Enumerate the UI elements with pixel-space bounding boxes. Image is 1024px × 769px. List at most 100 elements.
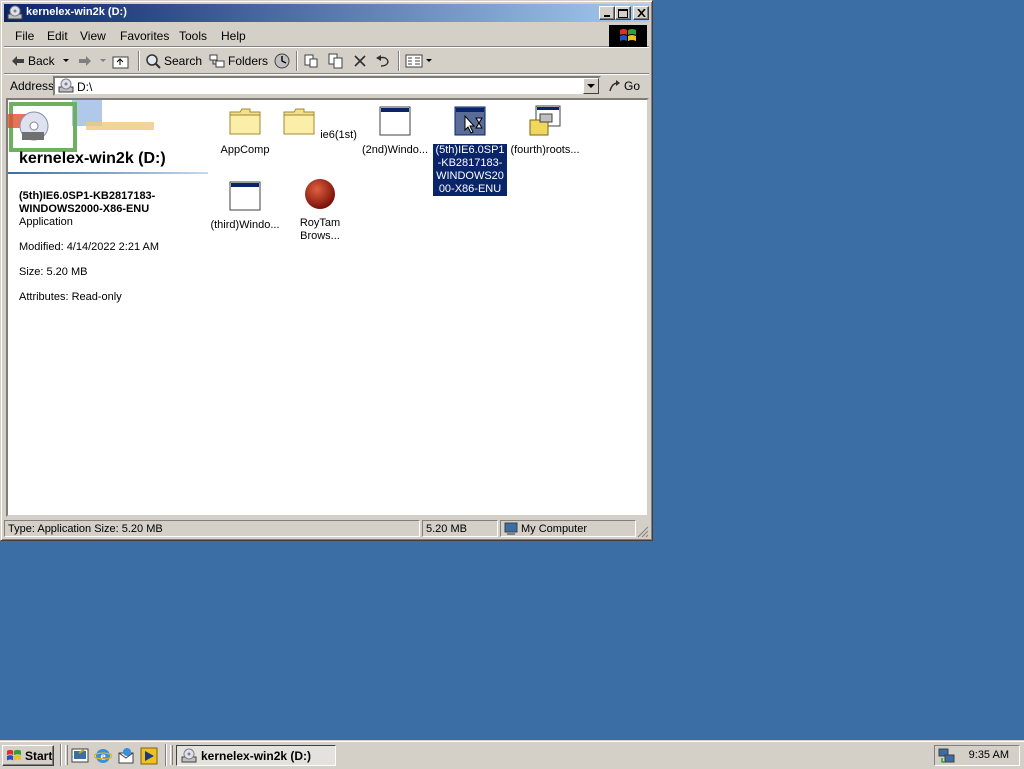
- folders-label: Folders: [228, 54, 269, 68]
- svg-text:e: e: [100, 749, 106, 763]
- title-underline: [8, 172, 208, 174]
- menu-help[interactable]: Help: [221, 29, 246, 43]
- taskbar: Start e kernelex-win2k (D:) 9:35 AM: [0, 740, 1024, 769]
- status-description: Type: Application Size: 5.20 MB: [4, 520, 420, 537]
- resize-grip-icon[interactable]: [637, 526, 649, 538]
- file-item-2nd-windows[interactable]: (2nd)Windo...: [357, 104, 433, 157]
- selected-file-attributes: Attributes: Read-only: [19, 291, 122, 303]
- folders-button[interactable]: Folders: [209, 51, 268, 71]
- status-size: 5.20 MB: [422, 520, 498, 537]
- file-label: (fourth)roots...: [510, 144, 580, 156]
- outlook-express-icon[interactable]: [117, 747, 135, 765]
- address-dropdown-button[interactable]: [583, 78, 599, 94]
- installer-package-icon: [529, 105, 561, 136]
- file-item-third-windows[interactable]: (third)Windo...: [207, 179, 283, 232]
- menu-tools[interactable]: Tools: [179, 29, 207, 43]
- cd-drive-icon: [58, 78, 74, 93]
- start-label: Start: [25, 748, 53, 763]
- up-folder-button[interactable]: [112, 51, 130, 71]
- address-label: Address: [10, 79, 55, 93]
- address-value: D:\: [77, 80, 93, 94]
- back-arrow-icon: [12, 56, 24, 66]
- folder-icon: [229, 108, 261, 135]
- network-connection-icon[interactable]: [938, 748, 956, 764]
- file-label: RoyTam Brows...: [299, 217, 341, 242]
- forward-button[interactable]: [78, 51, 109, 71]
- chevron-down-icon: [587, 83, 595, 88]
- back-label: Back: [28, 54, 55, 68]
- undo-icon: [376, 55, 389, 67]
- windows-logo-icon: [609, 25, 647, 47]
- history-button[interactable]: [274, 51, 290, 71]
- folders-icon: [209, 54, 225, 68]
- menu-view[interactable]: View: [80, 29, 106, 43]
- file-item-roytam-browser[interactable]: RoyTam Brows...: [282, 177, 358, 243]
- menu-edit[interactable]: Edit: [47, 29, 68, 43]
- copy-to-button[interactable]: [328, 51, 344, 71]
- window-title: kernelex-win2k (D:): [26, 6, 127, 18]
- file-item-appcomp[interactable]: AppComp: [207, 104, 283, 157]
- taskbar-button-label: kernelex-win2k (D:): [201, 748, 312, 763]
- chevron-down-icon: [426, 59, 432, 62]
- title-bar[interactable]: kernelex-win2k (D:): [4, 4, 649, 22]
- move-to-icon: [304, 54, 318, 68]
- go-label: Go: [624, 79, 641, 93]
- system-tray: 9:35 AM: [934, 745, 1020, 766]
- taskbar-button-explorer[interactable]: kernelex-win2k (D:): [176, 745, 336, 766]
- internet-explorer-icon[interactable]: e: [94, 747, 112, 765]
- toolbar-separator: [296, 51, 298, 71]
- views-icon: [405, 54, 423, 68]
- my-computer-icon: [504, 522, 518, 535]
- file-item-ie6-1st[interactable]: ie6(1st): [282, 104, 358, 142]
- status-bar: Type: Application Size: 5.20 MB 5.20 MB …: [4, 519, 649, 538]
- toolbar-separator: [398, 51, 400, 71]
- drive-banner-image: [8, 100, 154, 152]
- menu-bar: File Edit View Favorites Tools Help: [4, 24, 649, 47]
- history-icon: [274, 53, 290, 69]
- maximize-button[interactable]: [615, 6, 631, 20]
- selected-file-name: (5th)IE6.0SP1-KB2817183-WINDOWS2000-X86-…: [19, 190, 156, 215]
- up-folder-icon: [112, 56, 129, 69]
- folder-icon: [283, 108, 315, 135]
- search-button[interactable]: Search: [145, 51, 202, 71]
- media-player-icon[interactable]: [140, 747, 158, 765]
- selected-file-modified: Modified: 4/14/2022 2:21 AM: [19, 241, 160, 253]
- file-label: AppComp: [220, 144, 270, 156]
- file-item-5th-ie6-selected[interactable]: (5th)IE6.0SP1-KB2817183-WINDOWS2000-X86-…: [432, 104, 508, 196]
- go-button[interactable]: Go: [608, 77, 640, 95]
- file-label: (2nd)Windo...: [361, 144, 429, 156]
- folder-view: kernelex-win2k (D:) (5th)IE6.0SP1-KB2817…: [6, 98, 649, 517]
- web-view-pane: kernelex-win2k (D:) (5th)IE6.0SP1-KB2817…: [8, 100, 213, 515]
- taskbar-separator: [60, 744, 62, 766]
- application-window-icon: [229, 181, 261, 211]
- file-label: (5th)IE6.0SP1-KB2817183-WINDOWS2000-X86-…: [433, 144, 507, 196]
- red-sphere-icon: [305, 179, 335, 209]
- status-zone: My Computer: [500, 520, 636, 537]
- quick-launch-grip: [65, 745, 68, 765]
- minimize-button[interactable]: [599, 6, 615, 20]
- show-desktop-icon[interactable]: [71, 747, 89, 765]
- delete-button[interactable]: [353, 51, 367, 71]
- delete-icon: [354, 55, 366, 67]
- file-item-fourth-roots[interactable]: (fourth)roots...: [507, 104, 583, 157]
- clock[interactable]: 9:35 AM: [969, 749, 1009, 761]
- selected-file-type: Application: [19, 216, 73, 228]
- toolbar-separator: [138, 51, 140, 71]
- menu-file[interactable]: File: [15, 29, 34, 43]
- file-label: (third)Windo...: [210, 219, 280, 231]
- cd-drive-icon: [7, 5, 23, 20]
- address-field[interactable]: D:\: [53, 76, 601, 96]
- taskbar-separator: [165, 744, 167, 766]
- undo-button[interactable]: [375, 51, 391, 71]
- status-zone-label: My Computer: [521, 523, 588, 535]
- drive-title: kernelex-win2k (D:): [19, 150, 166, 167]
- address-bar: Address D:\ Go: [4, 75, 649, 97]
- minimize-icon: [604, 15, 610, 17]
- go-arrow-icon: [609, 80, 620, 92]
- move-to-button[interactable]: [303, 51, 319, 71]
- close-button[interactable]: [633, 6, 649, 20]
- start-button[interactable]: Start: [2, 745, 54, 766]
- menu-favorites[interactable]: Favorites: [120, 29, 169, 43]
- views-button[interactable]: [405, 51, 433, 71]
- back-button[interactable]: Back: [11, 51, 72, 71]
